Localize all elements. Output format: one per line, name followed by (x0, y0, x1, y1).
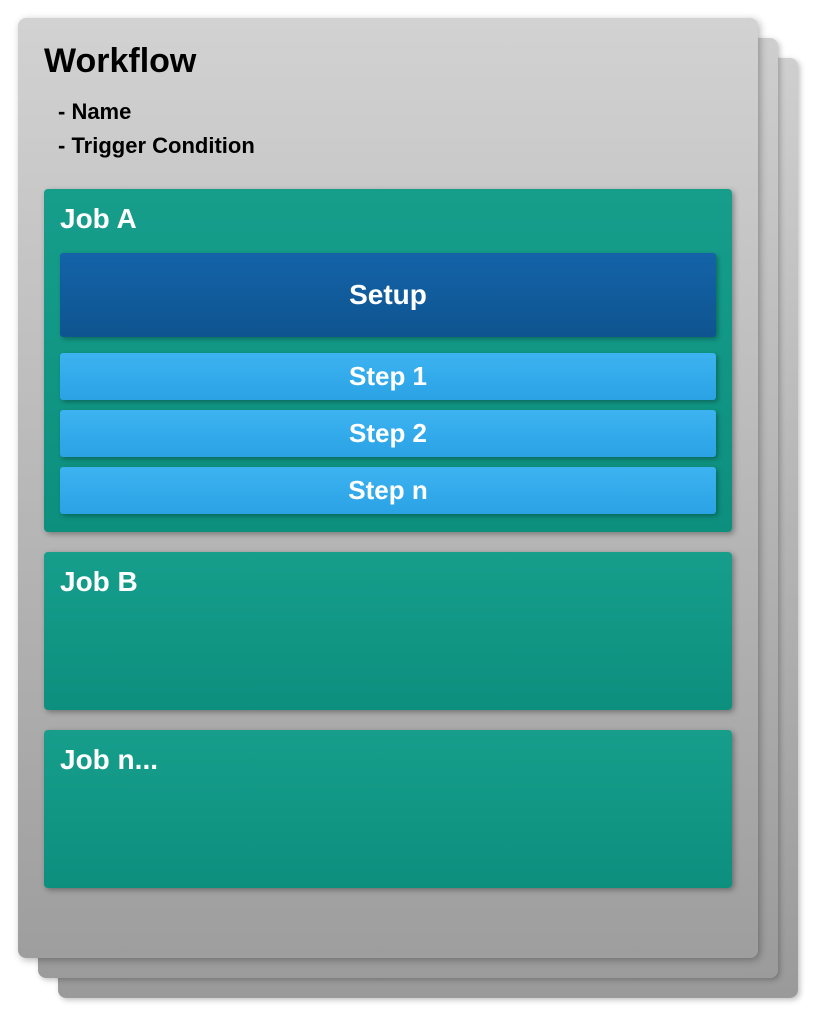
job-n-title: Job n... (60, 744, 716, 776)
workflow-title: Workflow (44, 42, 732, 81)
job-b-title: Job B (60, 566, 716, 598)
step-1-label: Step 1 (60, 361, 716, 392)
job-b-box: Job B (44, 552, 732, 710)
workflow-attr-trigger: - Trigger Condition (58, 129, 732, 163)
step-n-label: Step n (60, 475, 716, 506)
step-n-box: Step n (60, 467, 716, 514)
workflow-attributes: - Name - Trigger Condition (58, 95, 732, 163)
step-1-box: Step 1 (60, 353, 716, 400)
setup-box: Setup (60, 253, 716, 337)
workflow-card-stack: Workflow - Name - Trigger Condition Job … (18, 18, 804, 1006)
workflow-card: Workflow - Name - Trigger Condition Job … (18, 18, 758, 958)
workflow-attr-name: - Name (58, 95, 732, 129)
step-2-box: Step 2 (60, 410, 716, 457)
setup-label: Setup (60, 279, 716, 311)
job-a-title: Job A (60, 203, 716, 235)
step-2-label: Step 2 (60, 418, 716, 449)
job-a-box: Job A Setup Step 1 Step 2 Step n (44, 189, 732, 532)
job-n-box: Job n... (44, 730, 732, 888)
